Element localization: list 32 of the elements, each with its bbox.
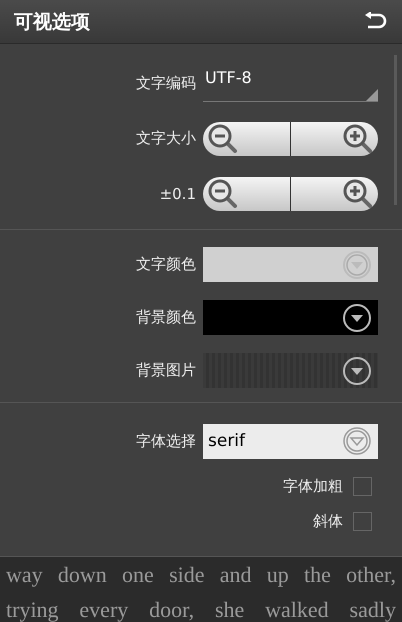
corner-icon bbox=[366, 88, 378, 100]
color-picker[interactable] bbox=[203, 300, 378, 335]
zoom-out-icon bbox=[207, 122, 239, 154]
checkbox[interactable] bbox=[353, 512, 372, 531]
book-text: way down one side and up the other, trying every door, she walked sadly bbox=[6, 561, 396, 622]
checkbox-label: 字体加粗 bbox=[283, 477, 343, 496]
dropdown-icon bbox=[342, 356, 372, 386]
zoom-out-button[interactable] bbox=[203, 176, 291, 210]
checkbox-label: 斜体 bbox=[313, 512, 343, 531]
zoom-in-button[interactable] bbox=[291, 176, 378, 210]
encoding-dropdown[interactable]: UTF-8 bbox=[203, 66, 378, 102]
font-select[interactable]: serif bbox=[203, 424, 378, 458]
dropdown-icon bbox=[342, 426, 372, 456]
color-picker[interactable] bbox=[203, 247, 378, 282]
dropdown-icon bbox=[342, 250, 372, 280]
setting-label: ±0.1 bbox=[158, 184, 196, 202]
dropdown-icon bbox=[342, 302, 372, 332]
checkbox[interactable] bbox=[353, 477, 372, 496]
setting-label: 背景图片 bbox=[135, 361, 196, 380]
setting-label: 文字大小 bbox=[135, 129, 196, 148]
zoom-in-button[interactable] bbox=[291, 122, 378, 156]
setting-label: 字体选择 bbox=[135, 432, 196, 450]
zoom-out-icon bbox=[207, 178, 239, 210]
setting-label: 背景颜色 bbox=[135, 308, 196, 327]
back-icon[interactable] bbox=[364, 12, 388, 32]
zoom-in-icon bbox=[342, 122, 374, 154]
zoom-in-icon bbox=[342, 178, 374, 210]
screen-title: 可视选项 bbox=[14, 10, 90, 34]
zoom-out-button[interactable] bbox=[203, 122, 291, 156]
setting-label: 文字颜色 bbox=[135, 255, 196, 274]
background-image-picker[interactable] bbox=[203, 353, 378, 388]
setting-label: 文字编码 bbox=[135, 74, 196, 93]
